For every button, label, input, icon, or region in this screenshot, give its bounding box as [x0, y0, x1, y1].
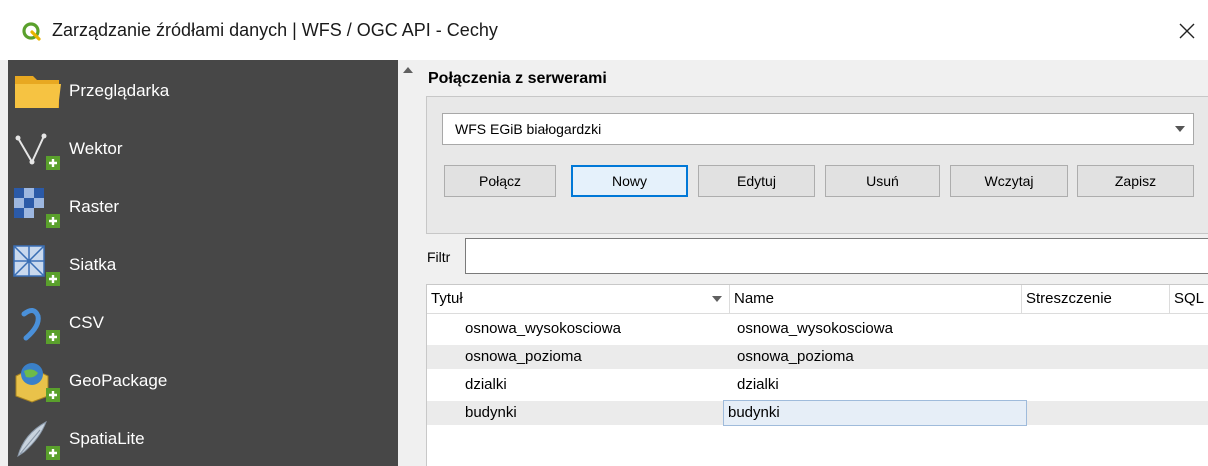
- filter-label: Filtr: [427, 249, 451, 265]
- column-header-name[interactable]: Name: [730, 285, 1022, 313]
- mesh-add-icon: [13, 245, 60, 286]
- delete-button[interactable]: Usuń: [825, 165, 940, 197]
- column-header-title[interactable]: Tytuł: [427, 285, 730, 313]
- cell-name: osnowa_wysokosciowa: [737, 320, 893, 337]
- sidebar-item-label: Wektor: [69, 139, 123, 158]
- sidebar-item-spatialite[interactable]: SpatiaLite: [8, 410, 398, 466]
- raster-add-icon: [14, 188, 60, 228]
- scroll-up-arrow-icon[interactable]: [400, 64, 416, 76]
- vector-add-icon: [15, 133, 60, 170]
- layers-table: Tytuł Name Streszczenie SQL osnowa_wysok…: [426, 284, 1208, 466]
- sidebar-item-raster[interactable]: Raster: [8, 178, 398, 236]
- sidebar-item-label: Siatka: [69, 255, 117, 274]
- cell-title: dzialki: [465, 376, 507, 393]
- column-header-sql[interactable]: SQL: [1170, 285, 1208, 313]
- sidebar-item-browser[interactable]: Przeglądarka: [8, 62, 398, 120]
- cell-title: osnowa_pozioma: [465, 348, 582, 365]
- table-row[interactable]: osnowa_pozioma osnowa_pozioma: [427, 345, 1208, 369]
- splitter[interactable]: [398, 60, 404, 466]
- cell-name: dzialki: [737, 376, 779, 393]
- sidebar-item-mesh[interactable]: Siatka: [8, 236, 398, 294]
- table-row[interactable]: dzialki dzialki: [427, 373, 1208, 397]
- edit-button[interactable]: Edytuj: [698, 165, 815, 197]
- sidebar-item-geopackage[interactable]: GeoPackage: [8, 352, 398, 410]
- sidebar-item-label: GeoPackage: [69, 371, 168, 390]
- column-header-abstract[interactable]: Streszczenie: [1022, 285, 1170, 313]
- table-row[interactable]: budynki budynki: [427, 400, 1208, 426]
- new-button[interactable]: Nowy: [571, 165, 688, 197]
- sidebar-item-label: CSV: [69, 313, 104, 332]
- close-icon[interactable]: [1172, 16, 1202, 46]
- cell-title: budynki: [465, 404, 517, 421]
- title-bar: Zarządzanie źródłami danych | WFS / OGC …: [0, 0, 1208, 60]
- load-button[interactable]: Wczytaj: [950, 165, 1068, 197]
- save-button[interactable]: Zapisz: [1077, 165, 1194, 197]
- geopackage-add-icon: [15, 363, 60, 403]
- qgis-logo-icon: [22, 22, 41, 41]
- source-type-sidebar: Przeglądarka Wektor Raster Siatka CSV Ge…: [8, 60, 398, 466]
- spatialite-add-icon: [17, 420, 60, 460]
- csv-add-icon: [21, 308, 60, 344]
- sidebar-item-vector[interactable]: Wektor: [8, 120, 398, 178]
- sidebar-item-label: Raster: [69, 197, 120, 216]
- group-title: Połączenia z serwerami: [428, 70, 607, 87]
- sidebar-item-label: SpatiaLite: [69, 429, 145, 448]
- cell-name: osnowa_pozioma: [737, 348, 854, 365]
- table-header: Tytuł Name Streszczenie SQL: [427, 285, 1208, 314]
- filter-input[interactable]: [465, 238, 1208, 274]
- connection-select[interactable]: WFS EGiB białogardzki: [442, 113, 1194, 145]
- sidebar-item-label: Przeglądarka: [69, 81, 170, 100]
- data-source-manager-window: Zarządzanie źródłami danych | WFS / OGC …: [0, 0, 1208, 466]
- connection-select-value: WFS EGiB białogardzki: [455, 121, 602, 137]
- folder-icon: [15, 76, 61, 108]
- window-title: Zarządzanie źródłami danych | WFS / OGC …: [52, 20, 498, 40]
- cell-title: osnowa_wysokosciowa: [465, 320, 621, 337]
- table-row[interactable]: osnowa_wysokosciowa osnowa_wysokosciowa: [427, 317, 1208, 341]
- server-connections-group: Połączenia z serwerami: [426, 66, 1208, 234]
- sort-down-icon: [712, 296, 722, 302]
- chevron-down-icon[interactable]: [1175, 126, 1185, 132]
- cell-name-selected[interactable]: budynki: [723, 400, 1027, 426]
- connect-button[interactable]: Połącz: [444, 165, 556, 197]
- sidebar-item-csv[interactable]: CSV: [8, 294, 398, 352]
